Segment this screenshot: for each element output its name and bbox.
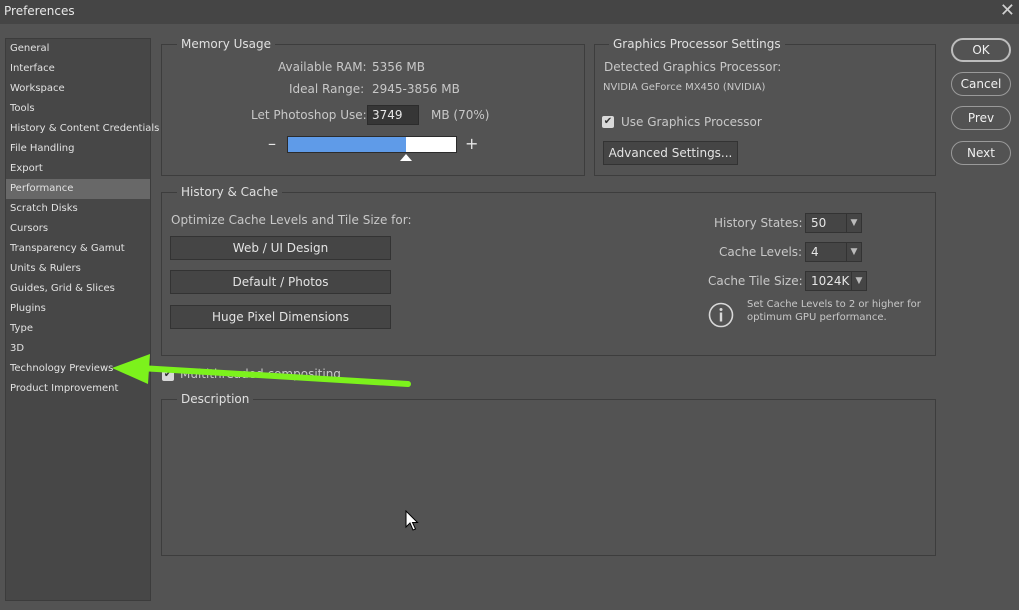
ideal-range-label: Ideal Range: [289, 82, 365, 96]
sidebar-item-plugins[interactable]: Plugins [6, 299, 150, 319]
multithreaded-compositing-label: Multithreaded compositing [180, 367, 341, 381]
cancel-button[interactable]: Cancel [951, 72, 1011, 96]
memory-slider[interactable] [287, 136, 457, 153]
sidebar-item-tools[interactable]: Tools [6, 99, 150, 119]
multithreaded-compositing-checkbox[interactable]: ✔ [162, 369, 174, 381]
use-gpu-label: Use Graphics Processor [621, 115, 762, 129]
advanced-settings-button[interactable]: Advanced Settings... [603, 141, 738, 165]
mouse-cursor-icon [405, 510, 419, 531]
history-states-label: History States: [714, 216, 803, 230]
sidebar-item-type[interactable]: Type [6, 319, 150, 339]
cache-tile-size-label: Cache Tile Size: [708, 274, 803, 288]
sidebar-item-guides-grid-slices[interactable]: Guides, Grid & Slices [6, 279, 150, 299]
prev-button[interactable]: Prev [951, 106, 1011, 130]
memory-usage-unit: MB (70%) [431, 108, 490, 122]
sidebar-item-3d[interactable]: 3D [6, 339, 150, 359]
increase-memory-icon[interactable]: + [465, 136, 478, 152]
ok-button[interactable]: OK [951, 38, 1011, 62]
memory-slider-fill [288, 137, 406, 152]
info-text-line1: Set Cache Levels to 2 or higher for [747, 299, 921, 310]
sidebar-item-workspace[interactable]: Workspace [6, 79, 150, 99]
cache-levels-dropdown[interactable]: 4 ▼ [805, 242, 862, 262]
next-button[interactable]: Next [951, 141, 1011, 165]
info-icon [708, 302, 734, 328]
sidebar-item-product-improvement[interactable]: Product Improvement [6, 379, 150, 399]
graphics-processor-heading: Graphics Processor Settings [609, 37, 785, 51]
preferences-sidebar: General Interface Workspace Tools Histor… [5, 38, 159, 601]
sidebar-item-units-rulers[interactable]: Units & Rulers [6, 259, 150, 279]
cache-levels-label: Cache Levels: [719, 245, 803, 259]
huge-pixel-dimensions-button[interactable]: Huge Pixel Dimensions [170, 305, 391, 329]
available-ram-label: Available RAM: [278, 60, 367, 74]
info-text-line2: optimum GPU performance. [747, 312, 887, 323]
optimize-cache-label: Optimize Cache Levels and Tile Size for: [171, 213, 412, 227]
sidebar-item-general[interactable]: General [6, 39, 150, 59]
description-panel [161, 399, 936, 556]
let-photoshop-use-label: Let Photoshop Use: [251, 108, 367, 122]
cache-levels-value: 4 [811, 245, 819, 259]
cache-tile-size-value: 1024K [811, 274, 850, 288]
sidebar-item-technology-previews[interactable]: Technology Previews [6, 359, 150, 379]
chevron-down-icon: ▼ [846, 214, 861, 232]
memory-usage-heading: Memory Usage [177, 37, 276, 51]
decrease-memory-icon[interactable]: – [268, 136, 276, 152]
chevron-down-icon: ▼ [846, 243, 861, 261]
chevron-down-icon: ▼ [851, 272, 866, 290]
sidebar-item-file-handling[interactable]: File Handling [6, 139, 150, 159]
sidebar-item-cursors[interactable]: Cursors [6, 219, 150, 239]
sidebar-item-history-content-credentials[interactable]: History & Content Credentials [6, 119, 159, 139]
history-states-dropdown[interactable]: 50 ▼ [805, 213, 862, 233]
sidebar-item-scratch-disks[interactable]: Scratch Disks [6, 199, 150, 219]
detected-gpu-label: Detected Graphics Processor: [604, 60, 782, 74]
detected-gpu-value: NVIDIA GeForce MX450 (NVIDIA) [603, 82, 766, 93]
memory-slider-handle[interactable] [400, 154, 412, 161]
title-bar: Preferences ✕ [0, 0, 1019, 24]
use-gpu-checkbox[interactable]: ✔ [602, 116, 614, 128]
default-photos-button[interactable]: Default / Photos [170, 270, 391, 294]
description-heading: Description [177, 392, 254, 406]
window-title: Preferences [4, 4, 75, 18]
memory-usage-input[interactable]: 3749 [367, 105, 419, 125]
sidebar-item-transparency-gamut[interactable]: Transparency & Gamut [6, 239, 150, 259]
cache-tile-size-dropdown[interactable]: 1024K ▼ [805, 271, 867, 291]
close-icon[interactable]: ✕ [1000, 1, 1015, 21]
web-ui-design-button[interactable]: Web / UI Design [170, 236, 391, 260]
sidebar-item-export[interactable]: Export [6, 159, 150, 179]
sidebar-item-performance[interactable]: Performance [6, 179, 150, 199]
sidebar-item-interface[interactable]: Interface [6, 59, 150, 79]
history-states-value: 50 [811, 216, 827, 230]
history-cache-heading: History & Cache [177, 185, 282, 199]
available-ram-value: 5356 MB [372, 60, 425, 74]
ideal-range-value: 2945-3856 MB [372, 82, 460, 96]
